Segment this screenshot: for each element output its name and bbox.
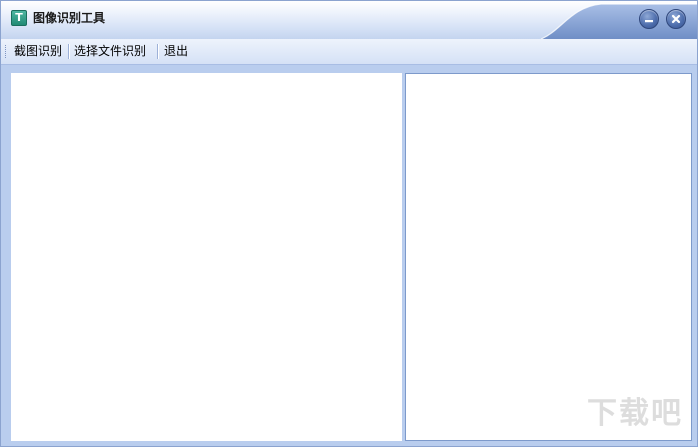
- close-icon: [671, 14, 681, 24]
- window-title: 图像识别工具: [33, 11, 106, 25]
- minimize-icon: [645, 20, 653, 23]
- title-bar-decoration: [540, 3, 697, 39]
- menu-separator: [68, 44, 70, 59]
- app-t-icon: T: [11, 10, 27, 26]
- app-window: T 图像识别工具 截图识别 选择文件识别 退出 下载吧: [0, 0, 698, 447]
- toolbar-grip[interactable]: [5, 45, 8, 58]
- minimize-button[interactable]: [639, 9, 659, 29]
- menu-bar: 截图识别 选择文件识别 退出: [1, 39, 697, 65]
- menu-item-select-file-recognize[interactable]: 选择文件识别: [74, 39, 146, 64]
- watermark-text: 下载吧: [587, 396, 683, 431]
- close-button[interactable]: [666, 9, 686, 29]
- title-bar[interactable]: T 图像识别工具: [1, 1, 697, 39]
- recognition-result-panel[interactable]: 下载吧: [405, 73, 692, 441]
- menu-item-exit[interactable]: 退出: [164, 39, 188, 64]
- menu-separator: [157, 44, 159, 59]
- menu-item-screenshot-recognize[interactable]: 截图识别: [14, 39, 62, 64]
- image-preview-panel[interactable]: [11, 73, 402, 441]
